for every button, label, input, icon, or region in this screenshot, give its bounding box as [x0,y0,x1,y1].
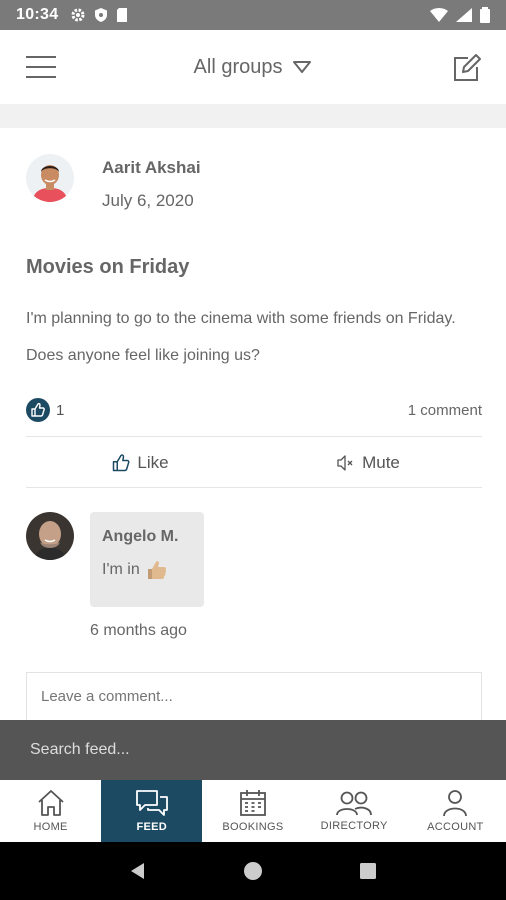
comment-text: I'm in [102,560,192,580]
nav-feed-label: FEED [136,821,168,833]
mute-button-label: Mute [362,453,400,472]
status-time: 10:34 [16,6,59,23]
signal-icon [456,8,472,22]
sim-card-icon [117,8,128,22]
post-title: Movies on Friday [26,256,190,278]
group-selector-dropdown[interactable]: All groups [194,56,313,79]
comment-timestamp: 6 months ago [90,622,187,639]
home-circle-icon[interactable] [233,851,273,891]
comment-text-body: I'm in [102,561,140,578]
thumbs-up-icon [113,454,130,472]
author-avatar[interactable] [26,154,74,202]
shield-icon [95,8,108,22]
feed-post-card: Aarit Akshai July 6, 2020 Movies on Frid… [0,128,506,720]
commenter-avatar[interactable] [26,512,74,560]
comment-count-link[interactable]: 1 comment [408,402,482,419]
post-date: July 6, 2020 [102,191,194,210]
header-spacer [0,104,506,128]
comment-author-name[interactable]: Angelo M. [102,528,192,546]
nav-account-label: ACCOUNT [427,821,484,833]
person-icon [443,790,468,817]
group-selector-label: All groups [193,55,283,78]
compose-post-icon[interactable] [450,52,482,84]
thumbs-up-badge-icon [26,398,50,422]
nav-directory[interactable]: DIRECTORY [304,780,405,842]
recents-square-icon[interactable] [348,851,388,891]
comment-bubble: Angelo M. I'm in [90,512,204,607]
divider [26,487,482,488]
hamburger-menu-icon[interactable] [26,56,56,80]
like-count: 1 [56,401,65,419]
nav-feed[interactable]: FEED [101,780,203,842]
status-bar: 10:34 [0,0,506,30]
post-actions-row: Like Mute [26,438,482,488]
speaker-mute-icon [337,455,353,471]
like-button[interactable]: Like [26,453,254,473]
battery-icon [480,7,490,23]
search-feed-bar [0,720,506,780]
app-header: All groups [0,30,506,104]
post-author-name[interactable]: Aarit Akshai [102,158,201,178]
home-icon [37,790,64,816]
people-icon [336,791,373,816]
nav-bookings-label: BOOKINGS [222,821,284,833]
calendar-icon [240,790,266,816]
nav-account[interactable]: ACCOUNT [405,780,506,842]
wifi-icon [430,8,448,22]
nav-bookings[interactable]: BOOKINGS [202,780,303,842]
divider [26,436,482,437]
like-button-label: Like [137,453,169,472]
thumbs-up-emoji-icon [147,561,166,579]
post-body: I'm planning to go to the cinema with so… [26,310,456,364]
search-feed-input[interactable] [30,741,476,759]
nav-directory-label: DIRECTORY [320,820,388,832]
nav-home-label: HOME [33,821,68,833]
bottom-navigation: HOME FEED BOOKINGS DIRECTORY ACCOUNT [0,780,506,842]
triangle-down-icon [293,61,312,73]
chat-bubbles-icon [135,790,168,816]
settings-gear-icon [71,8,85,22]
system-navigation-bar [0,842,506,900]
post-stats-row: 1 1 comment [26,396,482,424]
back-triangle-icon[interactable] [118,851,158,891]
nav-home[interactable]: HOME [0,780,101,842]
mute-button[interactable]: Mute [254,453,482,473]
comment-input[interactable] [26,672,482,720]
